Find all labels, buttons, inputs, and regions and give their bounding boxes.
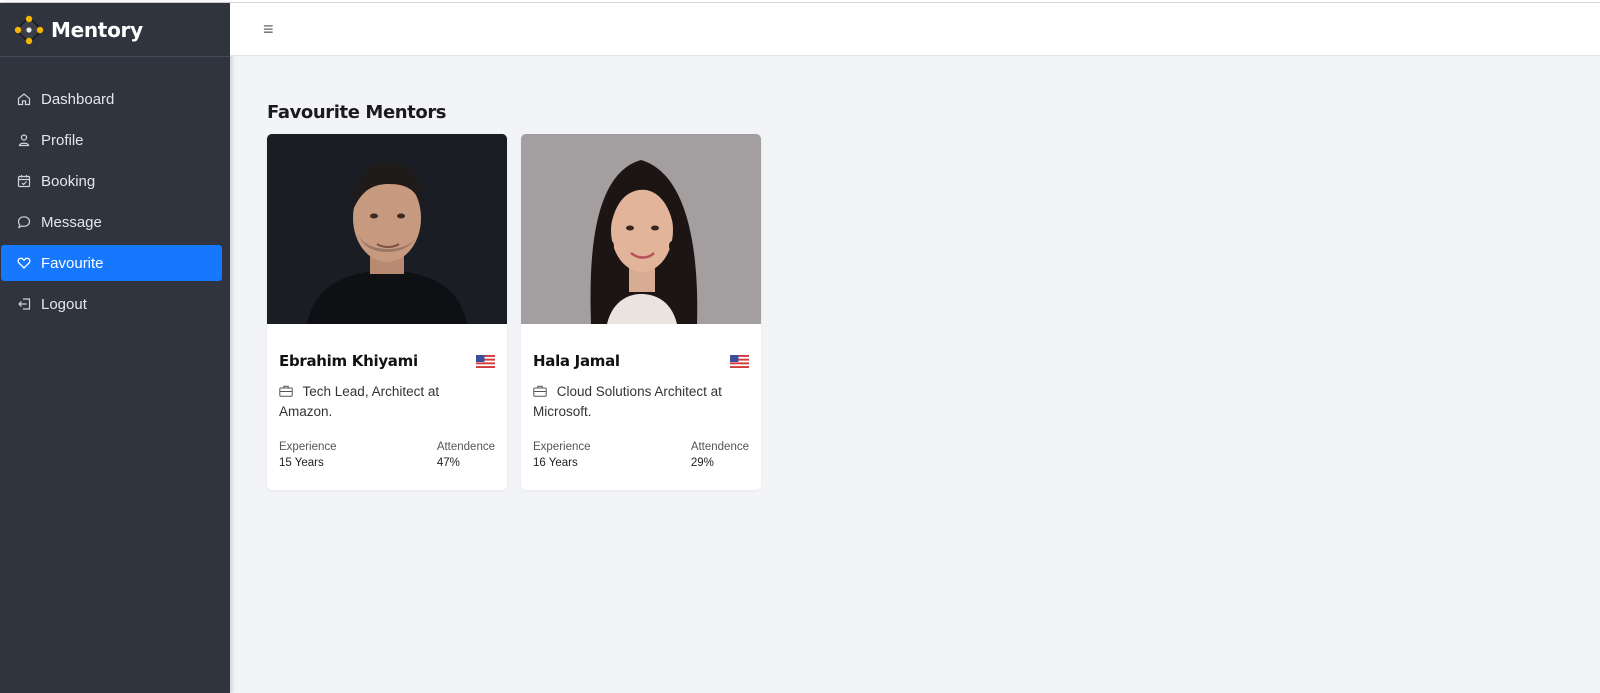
attendance-stat: Attendence 29% — [691, 441, 749, 469]
heart-icon — [17, 256, 32, 271]
chat-icon — [17, 215, 32, 230]
sidebar: Mentory Dashboard Profile Booking Messag… — [0, 3, 230, 693]
attendance-value: 29% — [690, 457, 714, 469]
experience-label: Experience — [533, 441, 591, 453]
us-flag-icon — [730, 354, 749, 368]
us-flag-icon — [476, 354, 495, 368]
attendance-value: 47% — [436, 457, 460, 469]
briefcase-icon — [533, 384, 557, 399]
mentor-card[interactable]: Hala Jamal Cloud Solutions Architect at … — [521, 134, 761, 490]
mentor-name: Ebrahim Khiyami — [279, 352, 418, 370]
calendar-icon — [17, 174, 32, 189]
sidebar-item-label: Logout — [41, 295, 87, 313]
sidebar-item-logout[interactable]: Logout — [1, 286, 222, 322]
briefcase-icon — [279, 384, 303, 399]
page-title: Favourite Mentors — [267, 102, 447, 123]
sidebar-item-booking[interactable]: Booking — [1, 163, 222, 199]
sidebar-item-dashboard[interactable]: Dashboard — [1, 81, 222, 117]
topbar: ≡ — [230, 3, 1600, 56]
experience-stat: Experience 16 Years — [533, 441, 591, 469]
mentor-role: Tech Lead, Architect at Amazon. — [279, 382, 495, 422]
main-content: Favourite Mentors Ebrahim Khiyami Tech L… — [267, 102, 761, 490]
mentor-name: Hala Jamal — [533, 352, 620, 370]
sidebar-item-message[interactable]: Message — [1, 204, 222, 240]
experience-label: Experience — [279, 441, 337, 453]
brand[interactable]: Mentory — [0, 3, 230, 57]
mentor-card-list: Ebrahim Khiyami Tech Lead, Architect at … — [267, 134, 761, 490]
experience-value: 16 Years — [533, 457, 578, 469]
mentor-role-text: Tech Lead, Architect at Amazon. — [279, 384, 440, 419]
logout-icon — [17, 297, 32, 312]
experience-stat: Experience 15 Years — [279, 441, 337, 469]
brand-name: Mentory — [51, 17, 143, 42]
mentor-photo[interactable] — [267, 134, 507, 324]
sidebar-item-favourite[interactable]: Favourite — [1, 245, 222, 281]
mentor-card[interactable]: Ebrahim Khiyami Tech Lead, Architect at … — [267, 134, 507, 490]
sidebar-item-profile[interactable]: Profile — [1, 122, 222, 158]
mentor-stats: Experience 15 Years Attendence 47% — [279, 441, 495, 469]
home-icon — [17, 92, 32, 107]
sidebar-item-label: Favourite — [41, 254, 104, 272]
mentory-logo-icon — [13, 14, 45, 46]
attendance-label: Attendence — [436, 441, 495, 453]
sidebar-item-label: Dashboard — [41, 90, 115, 108]
hamburger-icon[interactable]: ≡ — [263, 20, 274, 38]
sidebar-nav: Dashboard Profile Booking Message Favour… — [0, 81, 230, 322]
mentor-stats: Experience 16 Years Attendence 29% — [533, 441, 749, 469]
user-icon — [17, 133, 32, 148]
sidebar-item-label: Booking — [41, 172, 96, 190]
app-root: Mentory Dashboard Profile Booking Messag… — [0, 0, 1600, 693]
mentor-photo[interactable] — [521, 134, 761, 324]
attendance-label: Attendence — [690, 441, 749, 453]
mentor-role: Cloud Solutions Architect at Microsoft. — [533, 382, 749, 422]
mentor-role-text: Cloud Solutions Architect at Microsoft. — [533, 384, 722, 419]
sidebar-item-label: Profile — [41, 131, 84, 149]
sidebar-item-label: Message — [41, 213, 102, 231]
mentor-name-row: Hala Jamal — [533, 352, 749, 370]
mentor-card-body: Ebrahim Khiyami Tech Lead, Architect at … — [267, 324, 507, 469]
mentor-name-row: Ebrahim Khiyami — [279, 352, 495, 370]
attendance-stat: Attendence 47% — [437, 441, 495, 469]
experience-value: 15 Years — [279, 457, 324, 469]
mentor-card-body: Hala Jamal Cloud Solutions Architect at … — [521, 324, 761, 469]
